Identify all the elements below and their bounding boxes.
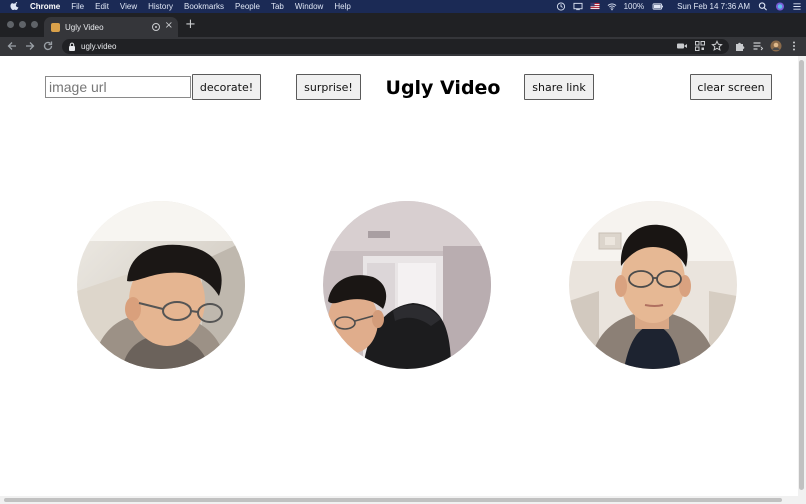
battery-icon[interactable] [652,2,664,11]
horizontal-scrollbar-thumb[interactable] [4,498,782,502]
close-tab-button[interactable]: × [165,20,173,32]
menu-bookmarks[interactable]: Bookmarks [184,2,224,11]
profile-avatar-icon[interactable] [770,40,782,52]
tab-strip: Ugly Video × + [0,13,806,37]
close-window-button[interactable] [7,21,14,28]
video-feed-1 [77,201,245,369]
qr-code-icon[interactable] [694,40,706,52]
tab-title: Ugly Video [65,22,104,32]
page-title: Ugly Video [385,77,501,99]
zoom-window-button[interactable] [31,21,38,28]
browser-toolbar: ugly.video [0,37,806,56]
reload-icon[interactable] [42,40,54,52]
horizontal-scrollbar[interactable] [0,496,798,504]
menu-file[interactable]: File [71,2,84,11]
display-icon[interactable] [573,2,583,11]
minimize-window-button[interactable] [19,21,26,28]
screen-time-icon[interactable] [556,2,566,11]
clear-screen-button[interactable]: clear screen [690,74,772,100]
apple-icon[interactable] [10,2,20,11]
video-tile-2[interactable] [323,201,491,369]
more-menu-icon[interactable] [788,40,800,52]
reading-list-icon[interactable] [752,40,764,52]
favicon-icon [51,22,60,32]
spotlight-icon[interactable] [758,2,768,11]
menu-window[interactable]: Window [295,2,323,11]
decorate-button[interactable]: decorate! [192,74,261,100]
bookmark-star-icon[interactable] [711,40,723,52]
video-tile-3[interactable] [569,201,737,369]
share-link-button[interactable]: share link [524,74,594,100]
address-bar[interactable]: ugly.video [62,39,729,54]
video-tile-1[interactable] [77,201,245,369]
surprise-button[interactable]: surprise! [296,74,361,100]
battery-percent: 100% [623,2,645,11]
new-tab-button[interactable]: + [185,17,196,33]
siri-icon[interactable] [775,2,785,11]
menu-edit[interactable]: Edit [95,2,109,11]
media-recording-icon [152,23,160,31]
menu-history[interactable]: History [148,2,173,11]
page-content: decorate! surprise! Ugly Video share lin… [0,56,798,496]
notification-center-icon[interactable] [792,2,802,11]
os-menubar: Chrome File Edit View History Bookmarks … [0,0,806,13]
menu-view[interactable]: View [120,2,137,11]
vertical-scrollbar[interactable] [798,56,806,504]
lock-icon[interactable] [68,42,76,51]
image-url-input[interactable] [45,76,191,98]
menu-app-chrome[interactable]: Chrome [30,2,60,11]
forward-icon[interactable] [24,40,36,52]
menu-help[interactable]: Help [334,2,350,11]
wifi-icon[interactable] [607,2,617,11]
back-icon[interactable] [6,40,18,52]
tab-ugly-video[interactable]: Ugly Video × [44,17,178,37]
video-feed-2 [323,201,491,369]
extensions-icon[interactable] [734,40,746,52]
menu-people[interactable]: People [235,2,260,11]
video-feed-3 [569,201,737,369]
clock[interactable]: Sun Feb 14 7:36 AM [677,2,750,11]
menu-tab[interactable]: Tab [271,2,284,11]
url-text: ugly.video [81,42,117,51]
camera-in-use-icon[interactable] [676,40,688,52]
vertical-scrollbar-thumb[interactable] [799,60,804,490]
us-flag-icon[interactable] [590,2,600,11]
